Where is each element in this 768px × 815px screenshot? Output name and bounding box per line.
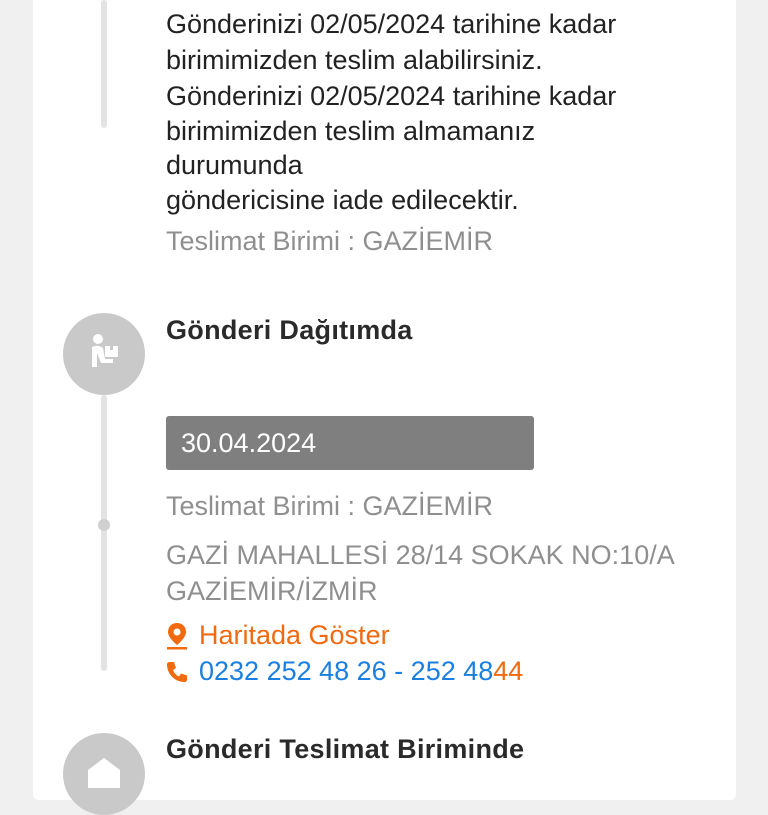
map-pin-icon (165, 621, 189, 651)
timeline-dot (98, 519, 110, 531)
unit-title: Gönderi Teslimat Biriminde (166, 734, 525, 764)
phone-link[interactable]: 0232 252 48 26 - 252 48 44 (165, 656, 523, 687)
dispatch-title: Gönderi Dağıtımda (166, 315, 413, 345)
message-line: Gönderinizi 02/05/2024 tarihine kadar (166, 9, 617, 39)
phone-number[interactable]: 0232 252 48 26 - 252 48 (199, 656, 493, 687)
message-line: Gönderinizi 02/05/2024 tarihine kadar (166, 81, 617, 111)
address-line: GAZİ MAHALLESİ 28/14 SOKAK NO:10/A (166, 540, 675, 570)
message-line: göndericisine iade edilecektir. (166, 185, 519, 215)
building-icon (84, 752, 124, 797)
message-line: birimimizden teslim alabilirsiniz. (166, 45, 543, 75)
message-line: durumunda (166, 150, 303, 180)
map-link-label[interactable]: Haritada Göster (199, 620, 390, 651)
dispatch-status-icon-circle (63, 313, 145, 395)
top-unit-label: Teslimat Birimi : GAZİEMİR (166, 226, 494, 256)
phone-icon (165, 657, 189, 687)
dispatch-date: 30.04.2024 (166, 416, 534, 470)
phone-extension[interactable]: 44 (493, 656, 523, 687)
dispatch-unit-label: Teslimat Birimi : GAZİEMİR (166, 491, 494, 521)
address-line: GAZİEMİR/İZMİR (166, 576, 378, 606)
courier-icon (83, 331, 125, 378)
unit-status-icon-circle (63, 733, 145, 815)
timeline-line-top (101, 0, 107, 128)
message-line: birimimizden teslim almamanız (166, 116, 536, 146)
map-link[interactable]: Haritada Göster (165, 620, 390, 651)
timeline-line-middle (101, 395, 107, 671)
